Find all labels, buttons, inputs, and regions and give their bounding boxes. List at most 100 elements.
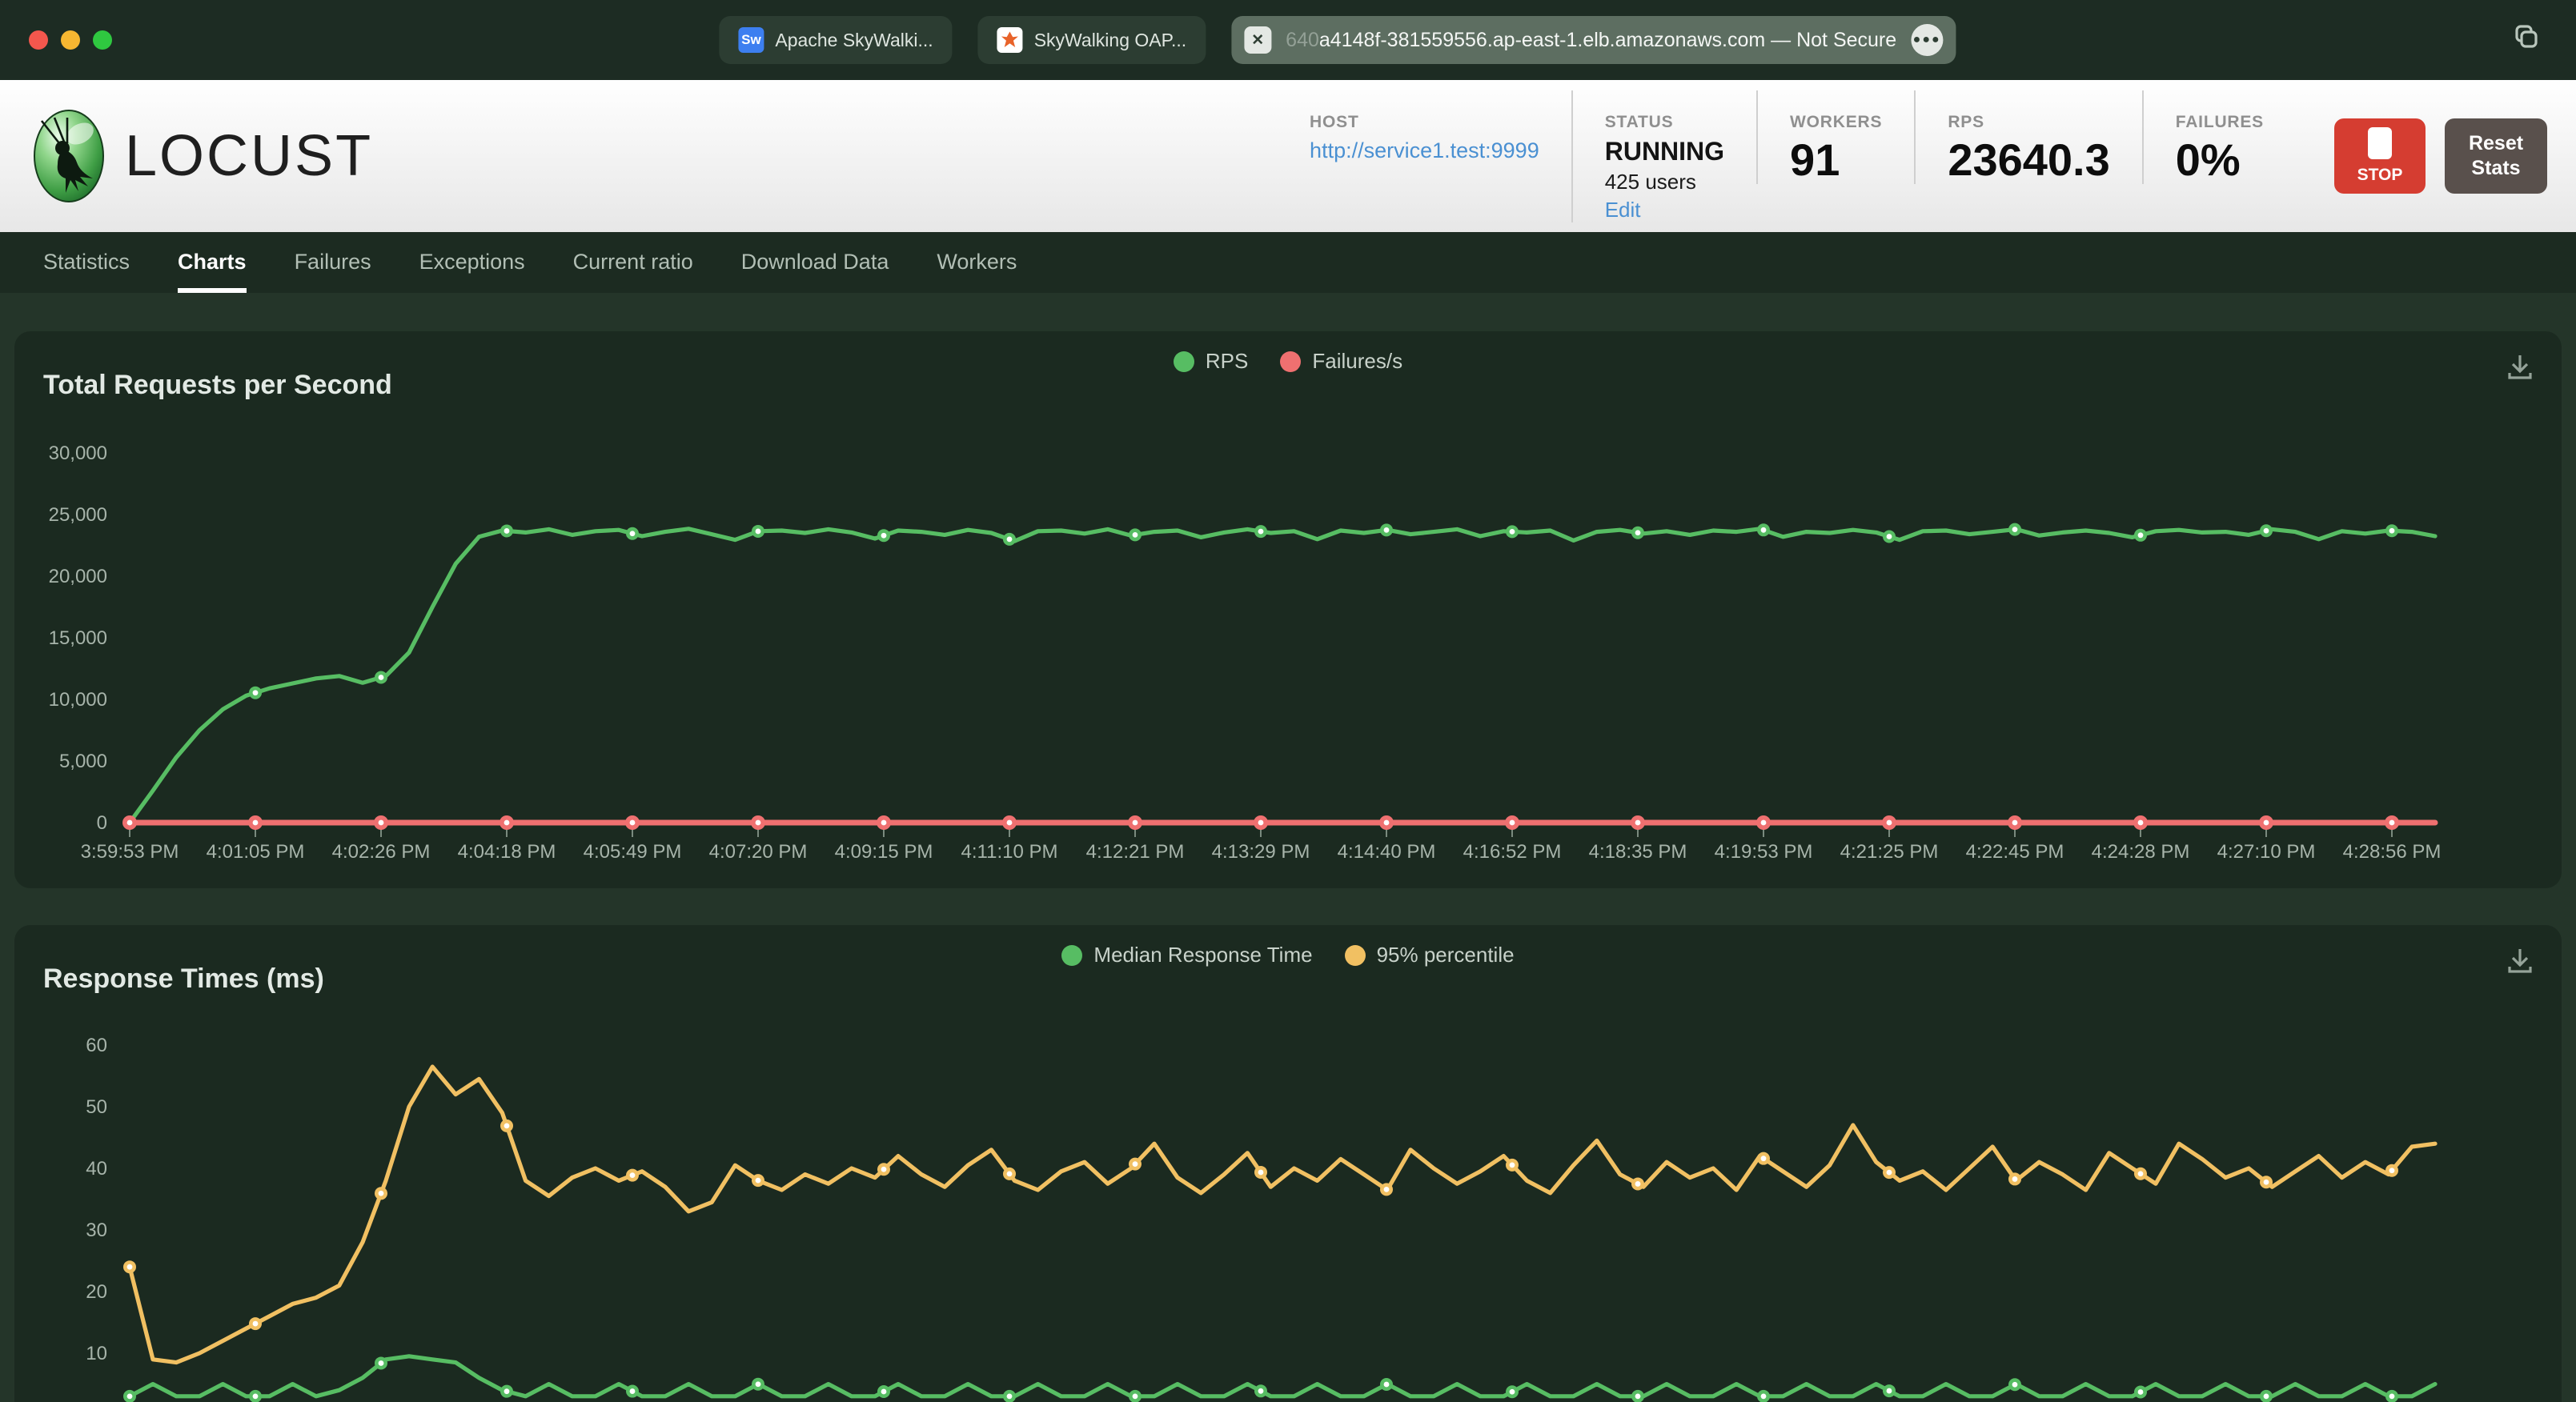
url-main: a4148f-381559556.ap-east-1.elb.amazonaws…: [1318, 28, 1897, 51]
data-point-marker-center: [629, 1388, 636, 1394]
logo-text: LOCUST: [125, 124, 374, 188]
data-point-marker-center: [1635, 530, 1641, 536]
tab-statistics[interactable]: Statistics: [43, 232, 130, 293]
edit-link[interactable]: Edit: [1605, 198, 1724, 222]
x-axis-label: 4:04:18 PM: [458, 841, 556, 863]
reset-stats-button[interactable]: Reset Stats: [2445, 118, 2547, 194]
data-point-marker-center: [1258, 1388, 1264, 1394]
data-point-marker-center: [629, 819, 636, 826]
workers-value: 91: [1790, 134, 1840, 185]
status-label: STATUS: [1604, 112, 1674, 131]
legend-dot-icon: [1280, 350, 1302, 372]
data-point-marker-center: [2137, 1389, 2144, 1395]
rps-chart-panel: Total Requests per Second RPS Failures/s …: [14, 331, 2562, 888]
data-point-marker-center: [2012, 819, 2018, 826]
workers-label: WORKERS: [1790, 112, 1883, 131]
tab-current-ratio[interactable]: Current ratio: [573, 232, 693, 293]
tab-overview-icon[interactable]: [2512, 22, 2541, 58]
data-point-marker-center: [755, 528, 761, 535]
download-chart-icon[interactable]: [2504, 944, 2536, 983]
data-point-marker-center: [126, 819, 133, 826]
x-axis-label: 4:21:25 PM: [1840, 841, 1939, 863]
host-label: HOST: [1310, 112, 1359, 131]
chart-title: Total Requests per Second: [43, 370, 392, 400]
charts-content: Total Requests per Second RPS Failures/s …: [0, 331, 2576, 1402]
url-dim-prefix: 640: [1286, 28, 1319, 51]
legend-item[interactable]: Median Response Time: [1061, 943, 1313, 967]
series-line-95-percentile: [127, 1064, 2438, 1365]
y-axis-label: 15,000: [49, 627, 107, 649]
legend-label: RPS: [1205, 349, 1249, 373]
header-stats: HOST http://service1.test:9999 STATUS RU…: [1278, 90, 2296, 222]
data-point-marker-center: [755, 1381, 761, 1388]
legend-item[interactable]: 95% percentile: [1344, 943, 1515, 967]
data-point-marker-center: [2263, 819, 2269, 826]
data-point-marker-center: [252, 819, 259, 826]
y-axis-label: 40: [86, 1158, 107, 1180]
tab-workers[interactable]: Workers: [937, 232, 1017, 293]
close-window-button[interactable]: [29, 30, 48, 50]
download-chart-icon[interactable]: [2504, 350, 2536, 389]
stat-status: STATUS RUNNING 425 users Edit: [1571, 90, 1756, 222]
header-buttons: STOP Reset Stats: [2334, 118, 2547, 194]
data-point-marker-center: [1886, 534, 1892, 539]
reset-label-line2: Stats: [2471, 157, 2521, 179]
tab-charts[interactable]: Charts: [178, 232, 247, 293]
data-point-marker-center: [2137, 532, 2144, 539]
data-point-marker-center: [1006, 1393, 1013, 1400]
data-point-marker-center: [1006, 819, 1013, 826]
x-axis-label: 4:11:10 PM: [961, 841, 1058, 863]
y-axis-label: 5,000: [59, 751, 107, 772]
data-point-marker-center: [2263, 1179, 2269, 1185]
tab-skywalking-oap[interactable]: SkyWalking OAP...: [977, 16, 1206, 64]
y-axis-label: 10,000: [49, 689, 107, 711]
data-point-marker-center: [629, 1172, 636, 1179]
data-point-marker-center: [1132, 1393, 1138, 1400]
data-point-marker-center: [1760, 1156, 1767, 1162]
url-text: 640a4148f-381559556.ap-east-1.elb.amazon…: [1286, 29, 1896, 52]
host-link[interactable]: http://service1.test:9999: [1310, 138, 1539, 163]
legend-item[interactable]: Failures/s: [1280, 349, 1402, 374]
tab-failures[interactable]: Failures: [295, 232, 371, 293]
browser-tabs: Sw Apache SkyWalki... SkyWalking OAP... …: [719, 16, 1956, 64]
data-point-marker-center: [881, 532, 887, 539]
data-point-marker-center: [1760, 527, 1767, 533]
tab-apache-skywalking[interactable]: Sw Apache SkyWalki...: [719, 16, 953, 64]
data-point-marker-center: [504, 1123, 510, 1129]
tab-exceptions[interactable]: Exceptions: [419, 232, 525, 293]
tab-download-data[interactable]: Download Data: [741, 232, 889, 293]
data-point-marker-center: [1886, 819, 1892, 826]
data-point-marker-center: [504, 528, 510, 534]
data-point-marker-center: [1383, 1186, 1390, 1192]
traffic-lights: [29, 30, 112, 50]
zoom-window-button[interactable]: [93, 30, 112, 50]
stat-failures: FAILURES 0%: [2141, 90, 2296, 185]
stop-button[interactable]: STOP: [2334, 118, 2426, 194]
data-point-marker-center: [1383, 1381, 1390, 1388]
response-times-chart-svg: 60 50 40 30 20 10: [86, 1035, 2438, 1402]
tab-label: Apache SkyWalki...: [775, 29, 933, 50]
data-point-marker-center: [1635, 819, 1641, 826]
y-axis-label: 20: [86, 1281, 107, 1303]
data-point-marker-center: [1132, 1161, 1138, 1168]
locust-page: Sw Apache SkyWalki... SkyWalking OAP... …: [0, 0, 2576, 1402]
y-axis-label: 0: [97, 812, 107, 834]
x-axis-label: 4:18:35 PM: [1589, 841, 1687, 863]
data-point-marker-center: [1383, 527, 1390, 533]
address-bar-tab[interactable]: ✕ 640a4148f-381559556.ap-east-1.elb.amaz…: [1231, 16, 1956, 64]
data-point-marker-center: [1509, 528, 1515, 535]
legend-item[interactable]: RPS: [1173, 349, 1249, 374]
legend-label: Median Response Time: [1093, 943, 1313, 967]
data-point-marker-center: [252, 690, 259, 696]
more-icon[interactable]: ●●●: [1911, 24, 1944, 56]
data-point-marker-center: [2012, 1176, 2018, 1182]
rps-label: RPS: [1948, 112, 1984, 131]
data-point-marker-center: [2263, 527, 2269, 534]
minimize-window-button[interactable]: [61, 30, 80, 50]
data-point-marker-center: [881, 1166, 887, 1172]
data-point-marker-center: [2137, 819, 2144, 826]
data-point-marker-center: [1760, 1393, 1767, 1400]
legend-label: 95% percentile: [1376, 943, 1515, 967]
x-axis-label: 4:05:49 PM: [584, 841, 682, 863]
close-tab-icon[interactable]: ✕: [1244, 26, 1272, 54]
